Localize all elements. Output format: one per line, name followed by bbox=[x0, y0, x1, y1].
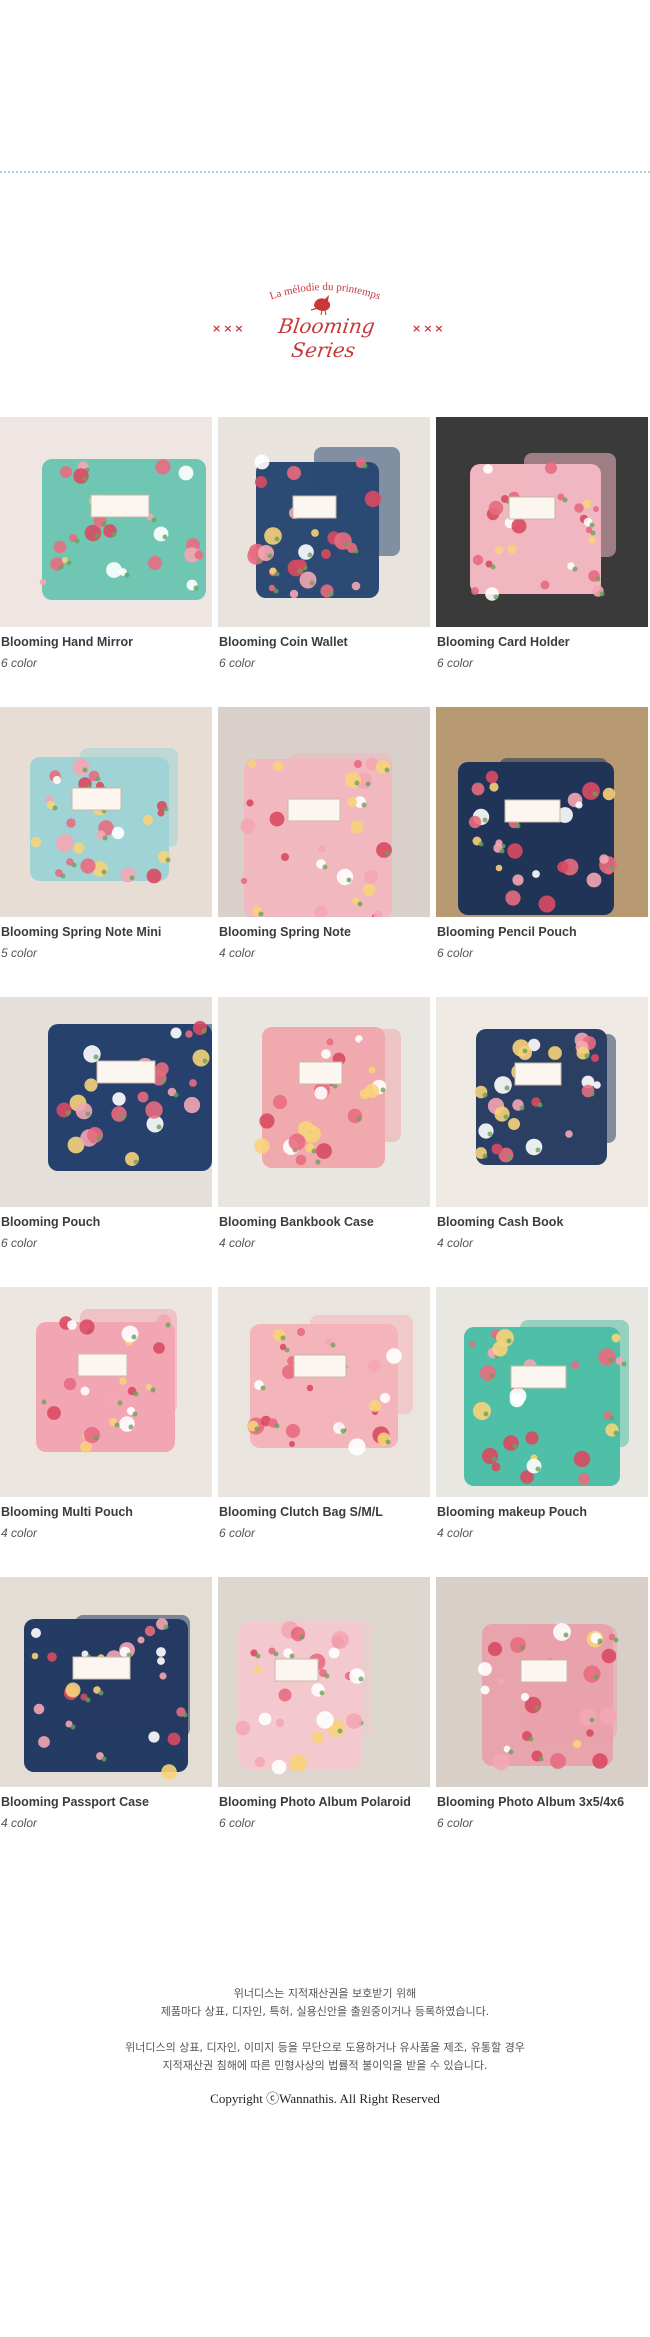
bird-icon bbox=[310, 295, 331, 316]
product-photo[interactable] bbox=[436, 1287, 648, 1497]
notice-line: 제품마다 상표, 디자인, 특허, 실용신안을 출원중이거나 등록하였습니다. bbox=[160, 2005, 490, 2018]
product-card[interactable]: Blooming Card Holder 6 color bbox=[436, 417, 648, 677]
product-color-count: 4 color bbox=[219, 946, 256, 960]
product-color-count: 6 color bbox=[437, 656, 474, 670]
product-card[interactable]: Blooming Photo Album 3x5/4x6 6 color bbox=[436, 1577, 648, 1837]
product-card[interactable]: Blooming Passport Case 4 color bbox=[0, 1577, 212, 1837]
product-color-count: 5 color bbox=[1, 946, 38, 960]
series-name: Blooming Series bbox=[276, 314, 377, 362]
product-name[interactable]: Blooming makeup Pouch bbox=[437, 1505, 587, 1519]
product-card[interactable]: Blooming Clutch Bag S/M/L 6 color bbox=[218, 1287, 430, 1547]
product-photo[interactable] bbox=[436, 1577, 648, 1787]
product-color-count: 4 color bbox=[1, 1526, 38, 1540]
product-name[interactable]: Blooming Spring Note Mini bbox=[1, 925, 161, 939]
product-name[interactable]: Blooming Clutch Bag S/M/L bbox=[219, 1505, 383, 1519]
product-photo[interactable] bbox=[218, 1287, 430, 1497]
product-name[interactable]: Blooming Pencil Pouch bbox=[437, 925, 577, 939]
divider-dotted-line bbox=[0, 171, 650, 173]
product-card[interactable]: Blooming Multi Pouch 4 color bbox=[0, 1287, 212, 1547]
product-color-count: 4 color bbox=[1, 1816, 38, 1830]
product-card[interactable]: Blooming Pouch 6 color bbox=[0, 997, 212, 1257]
product-card[interactable]: Blooming Photo Album Polaroid 6 color bbox=[218, 1577, 430, 1837]
product-photo[interactable] bbox=[0, 1577, 212, 1787]
product-color-count: 6 color bbox=[1, 656, 38, 670]
product-card[interactable]: Blooming makeup Pouch 4 color bbox=[436, 1287, 648, 1547]
product-photo[interactable] bbox=[436, 417, 648, 627]
notice-line: 지적재산권 침해에 따른 민형사상의 법률적 불이익을 받을 수 있습니다. bbox=[162, 2059, 488, 2072]
product-name[interactable]: Blooming Coin Wallet bbox=[219, 635, 348, 649]
product-photo[interactable] bbox=[218, 417, 430, 627]
product-color-count: 6 color bbox=[219, 1526, 256, 1540]
product-name[interactable]: Blooming Multi Pouch bbox=[1, 1505, 133, 1519]
product-color-count: 6 color bbox=[437, 1816, 474, 1830]
product-name[interactable]: Blooming Bankbook Case bbox=[219, 1215, 374, 1229]
product-card[interactable]: Blooming Pencil Pouch 6 color bbox=[436, 707, 648, 967]
product-photo[interactable] bbox=[0, 997, 212, 1207]
product-photo[interactable] bbox=[218, 707, 430, 917]
product-name[interactable]: Blooming Spring Note bbox=[219, 925, 351, 939]
product-card[interactable]: Blooming Spring Note 4 color bbox=[218, 707, 430, 967]
product-name[interactable]: Blooming Passport Case bbox=[1, 1795, 149, 1809]
product-name[interactable]: Blooming Hand Mirror bbox=[1, 635, 133, 649]
copyright: Copyright ⓒWannathis. All Right Reserved bbox=[210, 2091, 440, 2106]
product-photo[interactable] bbox=[436, 997, 648, 1207]
product-card[interactable]: Blooming Coin Wallet 6 color bbox=[218, 417, 430, 677]
product-card[interactable]: Blooming Cash Book 4 color bbox=[436, 997, 648, 1257]
product-photo[interactable] bbox=[0, 1287, 212, 1497]
product-name[interactable]: Blooming Photo Album 3x5/4x6 bbox=[437, 1795, 624, 1809]
product-card[interactable]: Blooming Hand Mirror 6 color bbox=[0, 417, 212, 677]
product-name[interactable]: Blooming Card Holder bbox=[437, 635, 570, 649]
decor-marks-left: ××× bbox=[212, 322, 246, 335]
product-photo[interactable] bbox=[436, 707, 648, 917]
product-card[interactable]: Blooming Bankbook Case 4 color bbox=[218, 997, 430, 1257]
notice-line: 위너디스는 지적재산권을 보호받기 위해 bbox=[233, 1987, 417, 2000]
product-color-count: 4 color bbox=[437, 1236, 474, 1250]
product-photo[interactable] bbox=[0, 707, 212, 917]
ip-notice: 위너디스는 지적재산권을 보호받기 위해 제품마다 상표, 디자인, 특허, 실… bbox=[0, 1985, 650, 2075]
product-photo[interactable] bbox=[218, 1577, 430, 1787]
product-card[interactable]: Blooming Spring Note Mini 5 color bbox=[0, 707, 212, 967]
product-photo[interactable] bbox=[218, 997, 430, 1207]
decor-marks-right: ××× bbox=[412, 322, 446, 335]
product-name[interactable]: Blooming Cash Book bbox=[437, 1215, 563, 1229]
notice-line: 위너디스의 상표, 디자인, 이미지 등을 무단으로 도용하거나 유사품을 제조… bbox=[125, 2041, 525, 2054]
product-name[interactable]: Blooming Photo Album Polaroid bbox=[219, 1795, 411, 1809]
product-color-count: 4 color bbox=[437, 1526, 474, 1540]
product-color-count: 6 color bbox=[437, 946, 474, 960]
series-logo: La mélodie du printemps ××× Blooming Ser… bbox=[190, 262, 460, 362]
product-color-count: 6 color bbox=[1, 1236, 38, 1250]
product-color-count: 6 color bbox=[219, 1816, 256, 1830]
product-color-count: 6 color bbox=[219, 656, 256, 670]
product-name[interactable]: Blooming Pouch bbox=[1, 1215, 100, 1229]
product-color-count: 4 color bbox=[219, 1236, 256, 1250]
product-photo[interactable] bbox=[0, 417, 212, 627]
